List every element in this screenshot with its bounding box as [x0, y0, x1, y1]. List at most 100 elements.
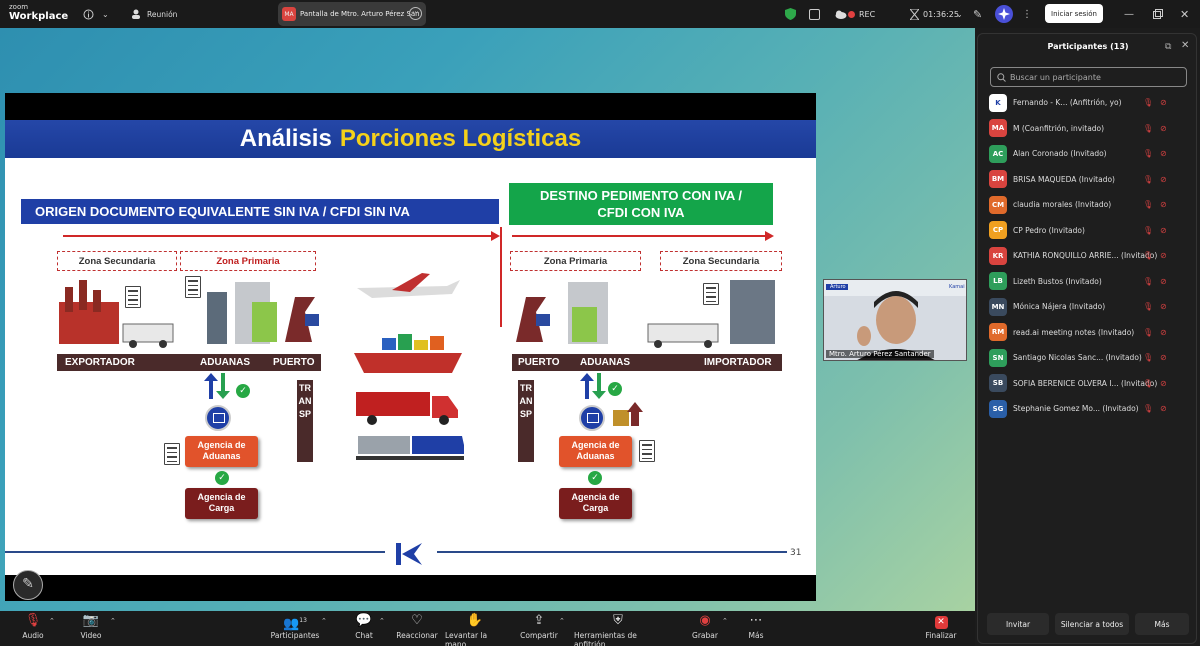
view-icon[interactable]: [809, 0, 820, 28]
close-icon[interactable]: ✕: [1180, 0, 1189, 28]
participant-row[interactable]: AC Alan Coronado (Invitado) 🎙 ⊘: [978, 141, 1198, 167]
participant-search-input[interactable]: Buscar un participante: [990, 67, 1187, 87]
screen-share-indicator[interactable]: MA Pantalla de Mtro. Arturo Pérez San ⋯: [278, 2, 426, 26]
chevron-up-icon[interactable]: ⌃: [379, 617, 385, 625]
end-meeting-button[interactable]: ✕ Finalizar: [926, 611, 957, 646]
mic-off-icon[interactable]: 🎙: [1143, 149, 1153, 158]
camera-off-icon[interactable]: ⊘: [1160, 277, 1167, 286]
mic-off-icon[interactable]: 🎙: [1143, 404, 1153, 413]
pop-out-icon[interactable]: ⧉: [1165, 42, 1171, 52]
chevron-up-icon[interactable]: ⌃: [49, 617, 55, 625]
camera-off-icon[interactable]: ⊘: [1160, 149, 1167, 158]
camera-off-icon[interactable]: ⊘: [1160, 353, 1167, 362]
chevron-down-icon[interactable]: ⌄: [956, 0, 963, 28]
mic-off-icon[interactable]: 🎙: [1143, 124, 1153, 133]
maximize-icon[interactable]: [1153, 0, 1163, 28]
pin-icon[interactable]: ✎: [973, 0, 982, 28]
avatar: CP: [989, 221, 1007, 240]
more-button[interactable]: Más: [1135, 613, 1189, 635]
participant-row[interactable]: K Fernando - K... (Anfitrión, yo) 🎙 ⊘: [978, 90, 1198, 116]
hourglass-icon: [910, 0, 919, 28]
more-button[interactable]: ⋯ Más: [746, 611, 766, 646]
hand-icon: ✋: [466, 613, 484, 628]
camera-off-icon[interactable]: ⊘: [1160, 404, 1167, 413]
mic-off-icon[interactable]: 🎙: [1143, 200, 1153, 209]
participant-name: BRISA MAQUEDA (Invitado): [1013, 174, 1115, 184]
ai-companion-icon[interactable]: [995, 0, 1013, 28]
mic-off-icon[interactable]: 🎙: [1143, 98, 1153, 107]
chevron-up-icon[interactable]: ⌃: [722, 617, 728, 625]
meeting-toolbar: 🎙 Audio ⌃ 📷 Video ⌃ 👥13 Participantes ⌃ …: [0, 611, 975, 646]
camera-off-icon[interactable]: ⊘: [1160, 379, 1167, 388]
participant-row[interactable]: SB SOFIA BERENICE OLVERA I... (Invitado) 🎙…: [978, 371, 1198, 397]
participant-row[interactable]: CM claudia morales (Invitado) 🎙 ⊘: [978, 192, 1198, 218]
participant-row[interactable]: LB Lizeth Bustos (Invitado) 🎙 ⊘: [978, 269, 1198, 295]
participant-row[interactable]: BM BRISA MAQUEDA (Invitado) 🎙 ⊘: [978, 167, 1198, 193]
camera-off-icon[interactable]: ⊘: [1160, 226, 1167, 235]
mute-all-button[interactable]: Silenciar a todos: [1055, 613, 1129, 635]
participant-row[interactable]: MA M (Coanfitrión, invitado) 🎙 ⊘: [978, 116, 1198, 142]
participant-name: Fernando - K... (Anfitrión, yo): [1013, 98, 1122, 108]
audio-button[interactable]: 🎙 Audio: [20, 611, 46, 646]
participant-row[interactable]: RM read.ai meeting notes (Invitado) 🎙 ⊘: [978, 320, 1198, 346]
mic-off-icon[interactable]: 🎙: [1143, 226, 1153, 235]
camera-off-icon[interactable]: ⊘: [1160, 251, 1167, 260]
mic-off-icon[interactable]: 🎙: [1143, 328, 1153, 337]
avatar: MA: [989, 119, 1007, 138]
avatar: SB: [989, 374, 1007, 393]
chevron-up-icon[interactable]: ⌃: [110, 617, 116, 625]
zoom-logo: zoom Workplace: [9, 3, 69, 22]
chevron-down-icon[interactable]: ⌄: [102, 0, 109, 28]
minimize-icon[interactable]: —: [1124, 0, 1134, 28]
participants-icon: 👥13: [283, 616, 307, 632]
record-button[interactable]: ◉ Grabar: [692, 611, 718, 646]
zone-secondary-left: Zona Secundaria: [57, 251, 177, 271]
mic-off-icon[interactable]: 🎙: [1143, 379, 1153, 388]
participants-panel: Participantes (13) ⧉ ✕ Buscar un partici…: [977, 33, 1197, 644]
camera-off-icon[interactable]: ⊘: [1160, 175, 1167, 184]
login-button[interactable]: Iniciar sesión: [1045, 4, 1103, 23]
participant-row[interactable]: SG Stephanie Gomez Mo... (Invitado) 🎙 ⊘: [978, 396, 1198, 422]
more-options-icon[interactable]: ⋮: [1022, 0, 1032, 28]
close-icon[interactable]: ✕: [1181, 40, 1189, 51]
mic-off-icon[interactable]: 🎙: [1143, 353, 1153, 362]
mic-off-icon[interactable]: 🎙: [1143, 277, 1153, 286]
chevron-up-icon[interactable]: ⌃: [559, 617, 565, 625]
mic-off-icon[interactable]: 🎙: [1143, 175, 1153, 184]
host-tools-button[interactable]: ⛨ Herramientas de anfitrión: [574, 611, 662, 646]
chevron-up-icon[interactable]: ⌃: [321, 617, 327, 625]
more-dots-icon[interactable]: ⋯: [409, 7, 422, 20]
record-indicator[interactable]: REC: [848, 0, 875, 28]
participant-row[interactable]: KR KATHIA RONQUILLO ARRIE... (Invitado) 🎙 ⊘: [978, 243, 1198, 269]
more-dots-icon: ⋯: [749, 613, 763, 628]
react-button[interactable]: ♡ Reaccionar: [396, 611, 437, 646]
destination-bar: PUERTO ADUANAS IMPORTADOR: [512, 354, 782, 371]
raise-hand-button[interactable]: ✋ Levantar la mano: [445, 611, 505, 646]
info-icon[interactable]: [83, 0, 94, 28]
camera-off-icon[interactable]: ⊘: [1160, 124, 1167, 133]
mic-off-icon[interactable]: 🎙: [1143, 251, 1153, 260]
share-button[interactable]: ⇪ Compartir: [520, 611, 558, 646]
end-icon: ✕: [934, 611, 948, 631]
participant-row[interactable]: CP CP Pedro (Invitado) 🎙 ⊘: [978, 218, 1198, 244]
destination-header: DESTINO PEDIMENTO CON IVA / CFDI CON IVA: [509, 183, 773, 225]
video-tile-speaker[interactable]: Arturo Kamai Mtro. Arturo Pérez Santande…: [823, 279, 967, 361]
avatar: AC: [989, 144, 1007, 163]
chat-button[interactable]: 💬 Chat: [352, 611, 376, 646]
participant-row[interactable]: MN Mónica Nájera (Invitado) 🎙 ⊘: [978, 294, 1198, 320]
camera-off-icon: 📷: [82, 613, 100, 628]
shield-icon[interactable]: [785, 0, 796, 28]
slide-content: Análisis Porciones Logísticas ORIGEN DOC…: [5, 120, 816, 575]
invite-button[interactable]: Invitar: [987, 613, 1049, 635]
mic-off-icon[interactable]: 🎙: [1143, 302, 1153, 311]
camera-off-icon[interactable]: ⊘: [1160, 98, 1167, 107]
video-button[interactable]: 📷 Video: [78, 611, 104, 646]
participants-button[interactable]: 👥13 Participantes: [271, 611, 320, 646]
camera-off-icon[interactable]: ⊘: [1160, 200, 1167, 209]
annotate-pencil-icon[interactable]: ✎: [13, 570, 43, 600]
participant-row[interactable]: SN Santiago Nicolas Sanc... (Invitado) 🎙 ⊘: [978, 345, 1198, 371]
camera-off-icon[interactable]: ⊘: [1160, 328, 1167, 337]
camera-off-icon[interactable]: ⊘: [1160, 302, 1167, 311]
top-bar: zoom Workplace ⌄ Reunión MA Pantalla de …: [0, 0, 1200, 28]
avatar: MN: [989, 297, 1007, 316]
